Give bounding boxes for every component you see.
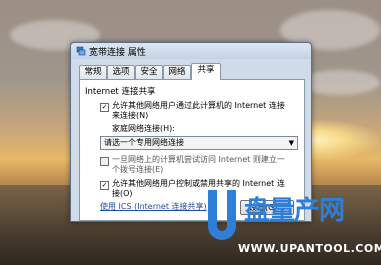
chevron-down-icon: ▼ bbox=[288, 139, 294, 147]
network-icon bbox=[76, 46, 86, 56]
dial-on-demand-line1: 一旦网络上的计算机尝试访问 Internet 则建立一 bbox=[112, 155, 285, 164]
home-network-select[interactable]: 请选一个专用网络连接 ▼ bbox=[100, 136, 298, 150]
tab-options[interactable]: 选项 bbox=[107, 65, 135, 79]
tab-general[interactable]: 常规 bbox=[79, 65, 107, 79]
watermark-logo: 盘量产网 WWW.UPANTOOL.COM bbox=[208, 190, 381, 262]
watermark-url: WWW.UPANTOOL.COM bbox=[238, 242, 381, 255]
allow-sharing-line2: 来连接(N) bbox=[112, 111, 149, 120]
tab-networking[interactable]: 网络 bbox=[163, 65, 191, 79]
dial-on-demand-label[interactable]: 一旦网络上的计算机尝试访问 Internet 则建立一 个拨号连接(E) bbox=[112, 155, 285, 175]
allow-sharing-checkbox[interactable]: ✓ bbox=[100, 103, 109, 112]
tab-sharing[interactable]: 共享 bbox=[191, 63, 221, 80]
title-bar[interactable]: 宽带连接 属性 bbox=[71, 43, 311, 59]
home-network-label: 家庭网络连接(H): bbox=[112, 124, 175, 133]
allow-control-checkbox[interactable]: ✓ bbox=[100, 181, 109, 190]
cloud bbox=[300, 70, 380, 95]
window-title: 宽带连接 属性 bbox=[89, 48, 146, 58]
allow-sharing-line1: 允许其他网络用户通过此计算机的 Internet 连接 bbox=[112, 101, 285, 110]
allow-sharing-label[interactable]: 允许其他网络用户通过此计算机的 Internet 连接 来连接(N) bbox=[112, 101, 285, 121]
dial-on-demand-line2: 个拨号连接(E) bbox=[112, 165, 164, 174]
dial-on-demand-checkbox[interactable] bbox=[100, 157, 109, 166]
u-logo-icon bbox=[208, 190, 236, 240]
group-title: Internet 连接共享 bbox=[85, 87, 156, 97]
allow-control-line1: 允许其他网络用户控制或禁用共享的 Internet 连 bbox=[112, 179, 285, 188]
watermark-brand: 盘量产网 bbox=[244, 196, 345, 226]
home-network-value: 请选一个专用网络连接 bbox=[104, 138, 184, 147]
tab-security[interactable]: 安全 bbox=[135, 65, 163, 79]
ics-help-link[interactable]: 使用 ICS (Internet 连接共享) bbox=[100, 201, 207, 212]
